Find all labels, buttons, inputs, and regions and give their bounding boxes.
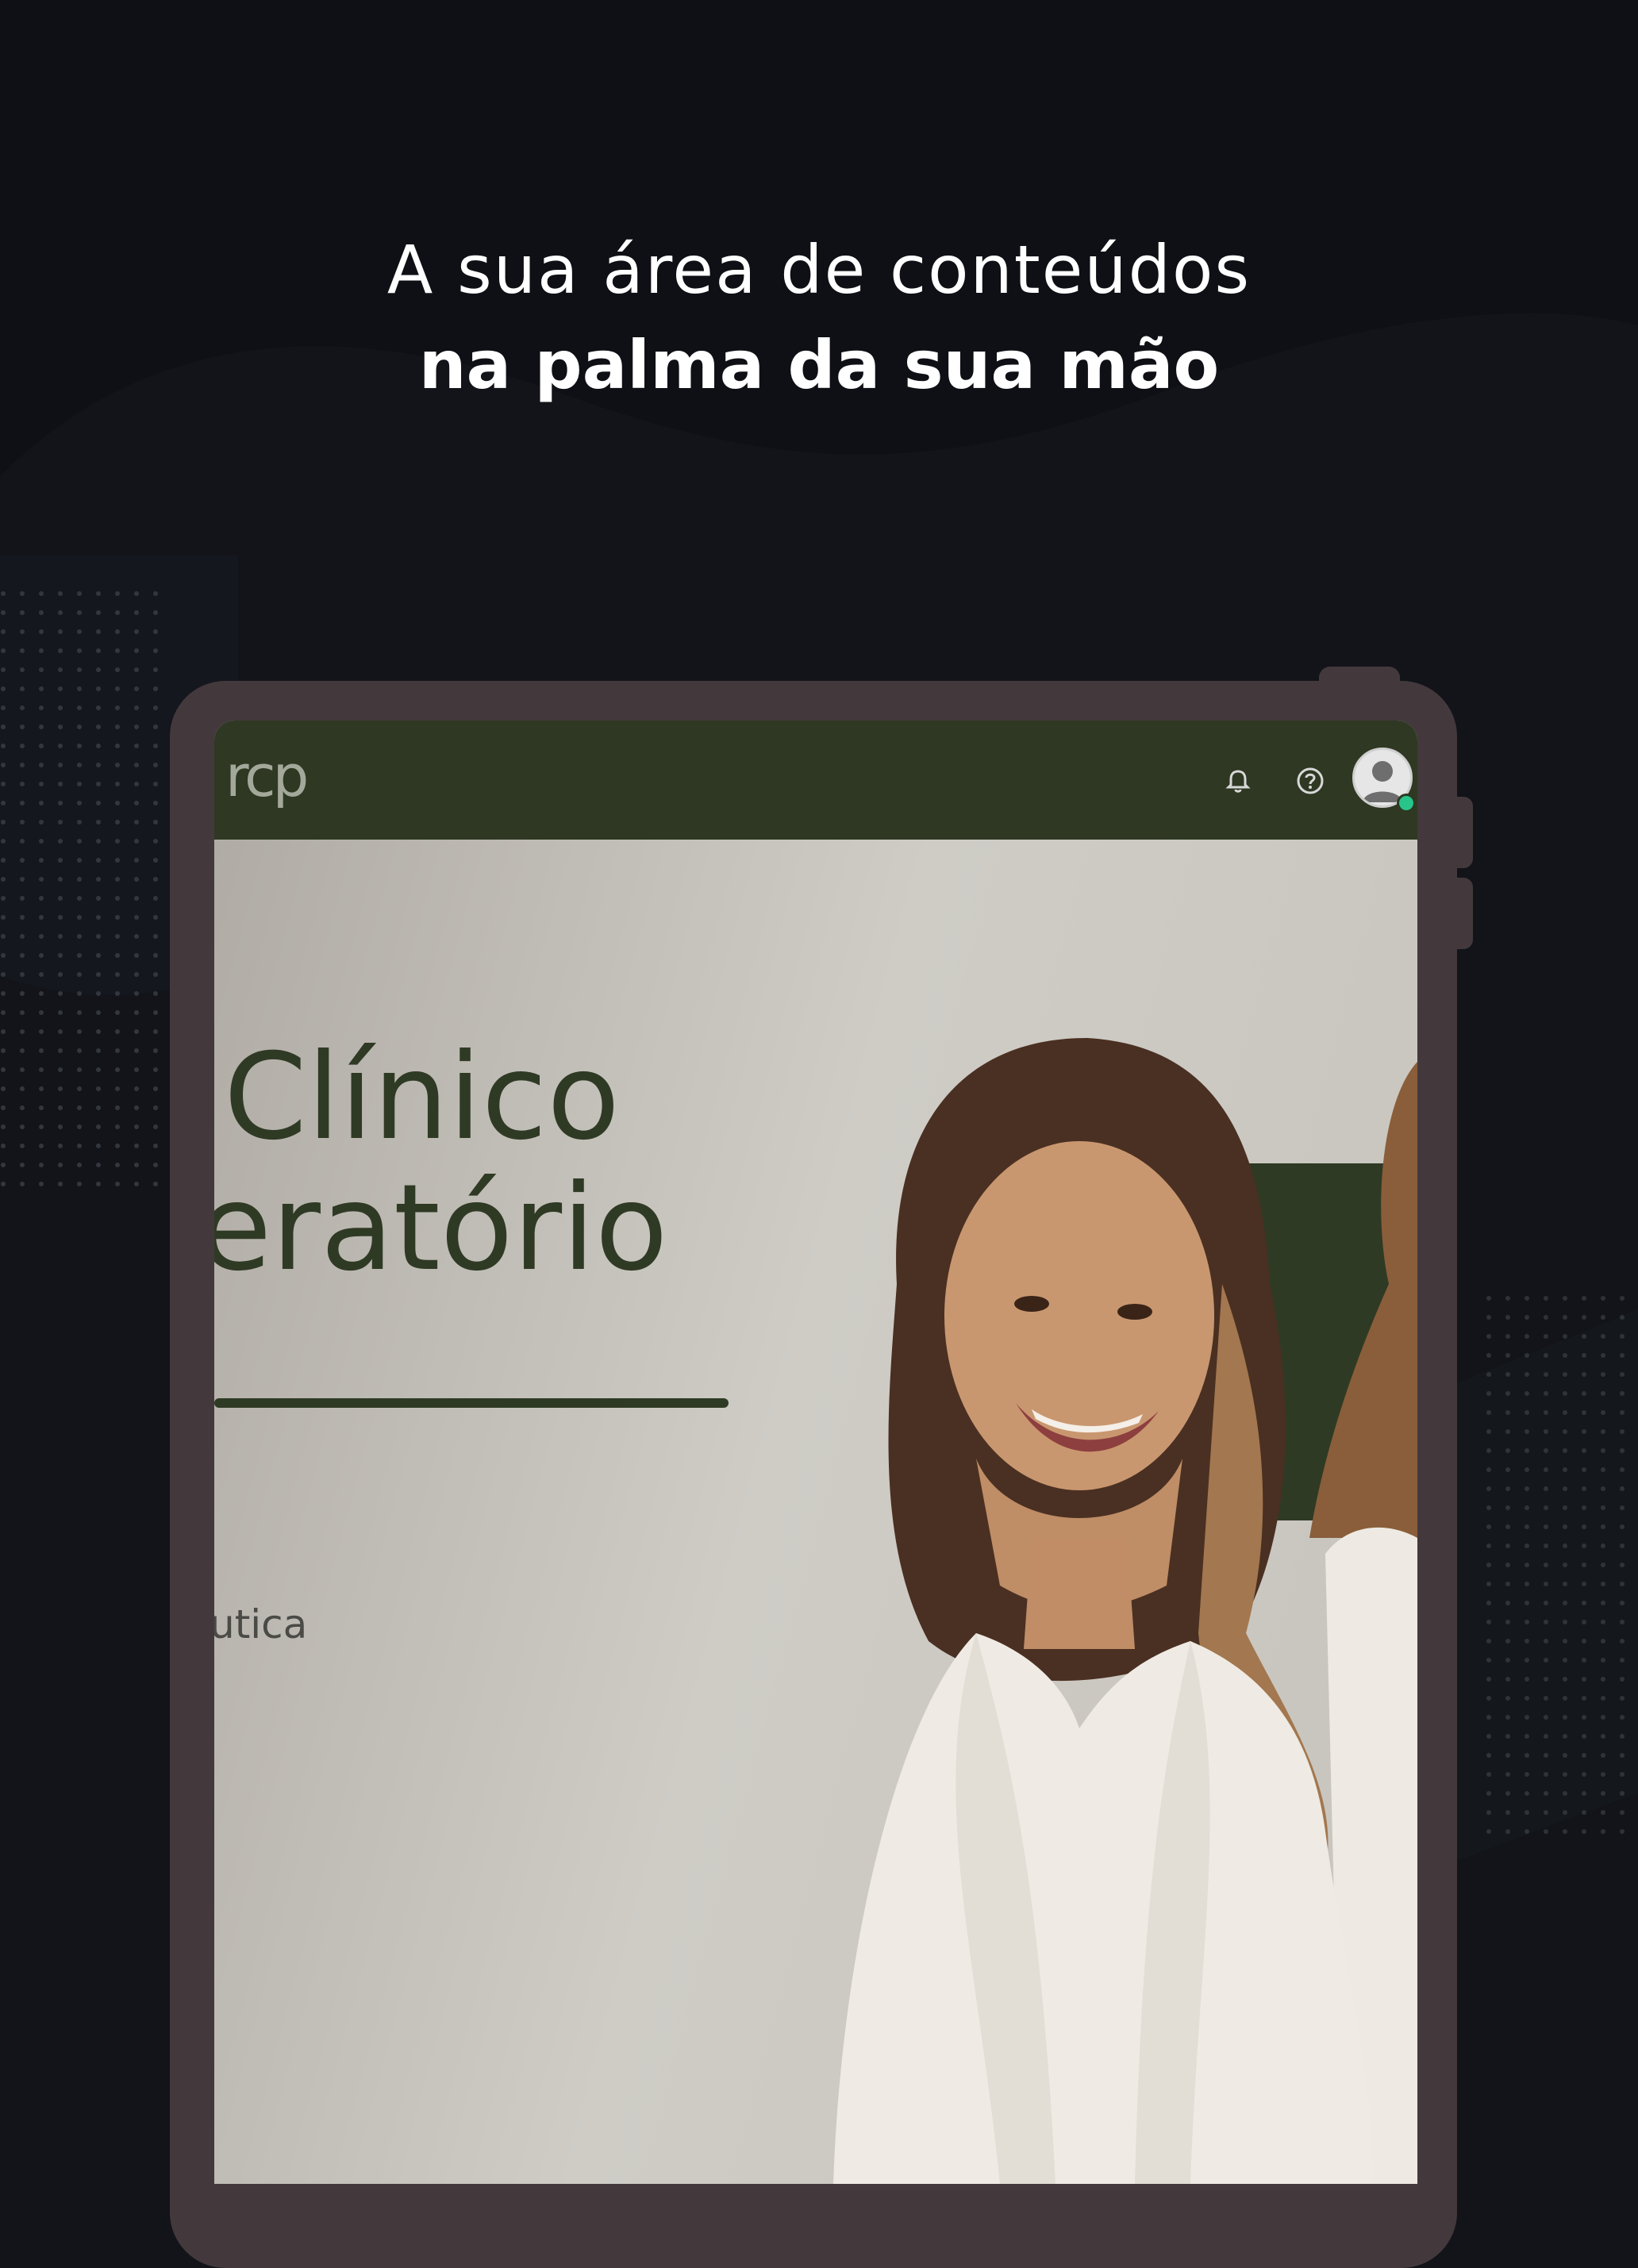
hero-banner[interactable]: Clínico eratório utica xyxy=(214,840,1417,2184)
hero-presenter-photo xyxy=(833,1038,1417,2184)
bell-icon[interactable] xyxy=(1219,762,1257,800)
app-logo[interactable]: rcp xyxy=(225,744,309,808)
headline-line-1: A sua área de conteúdos xyxy=(386,231,1252,309)
help-icon[interactable] xyxy=(1291,762,1329,800)
tablet-screen: rcp Clínico eratório utica xyxy=(214,721,1417,2184)
app-header: rcp xyxy=(214,721,1417,840)
promo-headline: A sua área de conteúdos na palma da sua … xyxy=(0,226,1638,417)
headline-line-2: na palma da sua mão xyxy=(418,326,1220,404)
online-status-dot xyxy=(1397,794,1416,813)
